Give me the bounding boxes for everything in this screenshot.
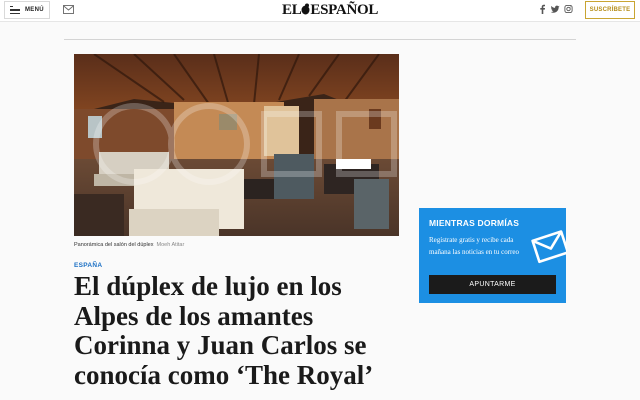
subscribe-newsletter-button[interactable]: APUNTARME xyxy=(429,275,556,294)
mail-icon[interactable] xyxy=(63,5,74,14)
menu-icon xyxy=(10,5,20,15)
divider xyxy=(64,39,576,40)
instagram-icon[interactable] xyxy=(564,4,573,14)
logo-right: ESPAÑOL xyxy=(310,2,379,18)
envelope-icon xyxy=(531,230,567,264)
top-bar: MENÚ EL ESPAÑOL SUSCRÍBETE xyxy=(0,0,640,22)
photo-caption: Panorámica del salón del dúplex Moeh Atit… xyxy=(74,242,184,248)
section-label[interactable]: ESPAÑA xyxy=(74,262,102,269)
site-logo[interactable]: EL ESPAÑOL xyxy=(282,2,378,19)
promo-text: Regístrate gratis y recibe cada mañana l… xyxy=(429,236,519,256)
subscribe-button[interactable]: SUSCRÍBETE xyxy=(585,1,635,19)
article-headline: El dúplex de lujo en los Alpes de los am… xyxy=(74,271,374,390)
menu-button[interactable]: MENÚ xyxy=(4,1,50,19)
twitter-icon[interactable] xyxy=(551,4,560,14)
article-photo[interactable] xyxy=(74,54,399,236)
newsletter-promo: MIENTRAS DORMÍAS Regístrate gratis y rec… xyxy=(419,208,567,303)
logo-left: EL xyxy=(282,2,302,18)
article-subhead xyxy=(74,394,394,400)
facebook-icon[interactable] xyxy=(538,4,547,14)
menu-label: MENÚ xyxy=(25,7,44,13)
photo-author: Moeh Atitar xyxy=(156,242,185,248)
caption-text: Panorámica del salón del dúplex xyxy=(74,242,154,248)
promo-title: MIENTRAS DORMÍAS xyxy=(429,218,520,228)
